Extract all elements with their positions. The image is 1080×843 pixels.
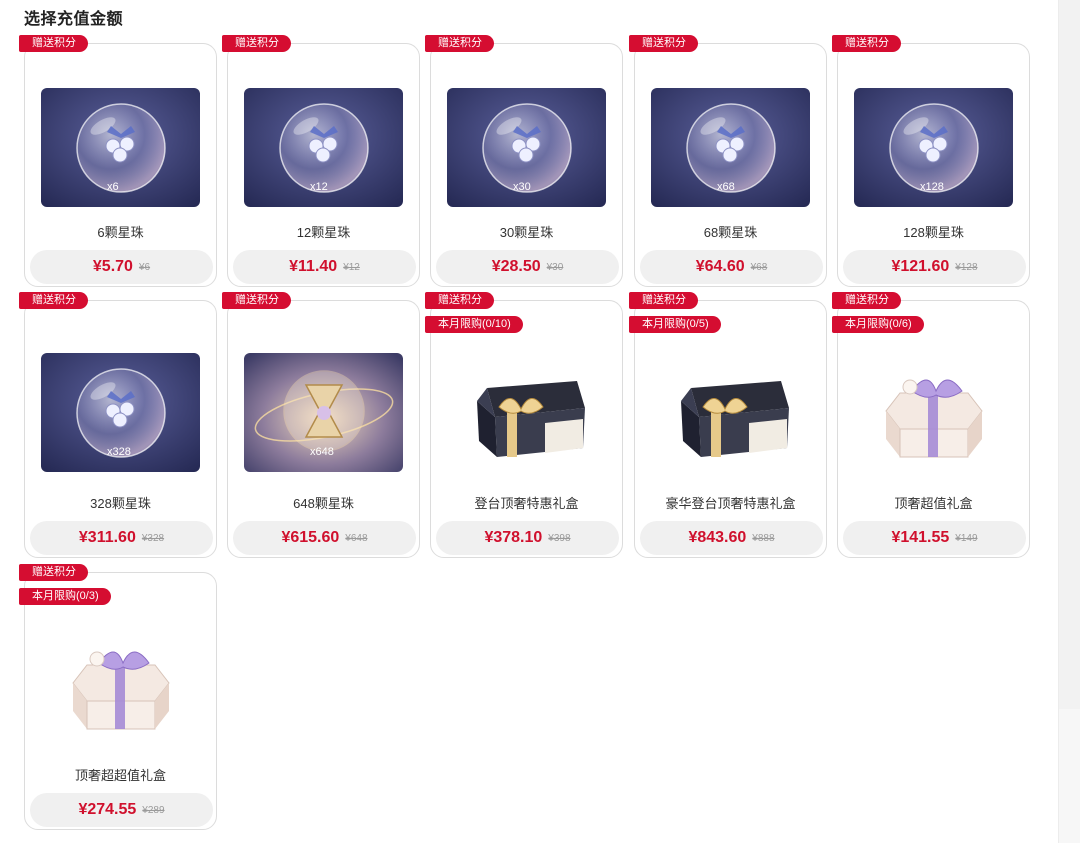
price-bar[interactable]: ¥64.60 ¥68 (640, 250, 823, 284)
product-card[interactable]: 赠送积分 x68 68颗星珠 ¥64.60 ¥68 (629, 35, 827, 287)
product-name: 顶奢超超值礼盒 (74, 768, 166, 783)
bonus-points-tag: 赠送积分 (19, 564, 88, 581)
price-bar[interactable]: ¥843.60 ¥888 (640, 521, 823, 555)
star-orb-image: x12 (244, 88, 403, 207)
original-price: ¥648 (345, 532, 368, 544)
quantity-label: x128 (920, 181, 944, 193)
product-name: 68颗星珠 (703, 225, 758, 240)
bonus-points-tag: 赠送积分 (222, 292, 291, 309)
quantity-label: x68 (717, 181, 735, 193)
product-card[interactable]: 赠送积分本月限购(0/5) 豪华登台顶奢特惠礼盒 ¥843.60 ¥888 (629, 292, 827, 558)
product-name: 12颗星珠 (296, 225, 351, 240)
bonus-points-tag: 赠送积分 (222, 35, 291, 52)
gift-box-image (651, 353, 810, 472)
scrollbar[interactable] (1058, 0, 1080, 843)
quantity-label: x30 (513, 181, 531, 193)
product-name: 30颗星珠 (499, 225, 554, 240)
sale-price: ¥378.10 (484, 529, 543, 546)
sale-price: ¥28.50 (491, 258, 541, 275)
bonus-points-tag: 赠送积分 (19, 292, 88, 309)
quantity-label: x328 (107, 446, 131, 458)
original-price: ¥6 (138, 261, 151, 273)
sale-price: ¥311.60 (78, 529, 136, 546)
bonus-points-tag: 赠送积分 (19, 35, 88, 52)
page-title: 选择充值金额 (24, 9, 124, 28)
original-price: ¥289 (142, 804, 165, 816)
product-card[interactable]: 赠送积分 x648 648颗星珠 ¥615.60 ¥648 (222, 292, 420, 558)
price-bar[interactable]: ¥378.10 ¥398 (436, 521, 619, 555)
star-orb-image: x30 (447, 88, 606, 207)
star-orb-image: x6 (41, 88, 200, 207)
product-card[interactable]: 赠送积分 x328 328颗星珠 ¥311.60 ¥328 (19, 292, 217, 558)
product-name: 豪华登台顶奢特惠礼盒 (665, 496, 796, 511)
original-price: ¥68 (750, 261, 768, 273)
monthly-limit-tag: 本月限购(0/10) (425, 316, 523, 333)
original-price: ¥328 (141, 532, 165, 544)
price-bar[interactable]: ¥141.55 ¥149 (843, 521, 1026, 555)
product-card[interactable]: 赠送积分本月限购(0/10) 登台顶奢特惠礼盒 ¥378.10 ¥398 (425, 292, 623, 558)
product-name: 328颗星珠 (90, 496, 151, 511)
bonus-points-tag: 赠送积分 (832, 35, 901, 52)
bonus-points-tag: 赠送积分 (629, 292, 698, 309)
star-orb-image: x328 (41, 353, 200, 472)
price-bar[interactable]: ¥121.60 ¥128 (843, 250, 1026, 284)
product-name: 6颗星珠 (97, 225, 144, 240)
gift-box-image (41, 625, 200, 744)
sale-price: ¥64.60 (695, 258, 745, 275)
price-bar[interactable]: ¥11.40 ¥12 (233, 250, 416, 284)
original-price: ¥888 (752, 532, 775, 544)
sale-price: ¥5.70 (92, 258, 133, 275)
product-card[interactable]: 赠送积分 x12 12颗星珠 ¥11.40 ¥12 (222, 35, 420, 287)
monthly-limit-tag: 本月限购(0/5) (629, 316, 721, 333)
monthly-limit-tag: 本月限购(0/3) (19, 588, 111, 605)
gift-box-image (854, 353, 1013, 472)
original-price: ¥12 (343, 261, 360, 273)
sale-price: ¥843.60 (688, 529, 747, 546)
original-price: ¥398 (548, 532, 571, 544)
quantity-label: x12 (310, 181, 328, 193)
price-bar[interactable]: ¥615.60 ¥648 (233, 521, 416, 555)
monthly-limit-tag: 本月限购(0/6) (832, 316, 924, 333)
product-card[interactable]: 赠送积分 x6 6颗星珠 ¥5.70 ¥6 (19, 35, 217, 287)
price-bar[interactable]: ¥28.50 ¥30 (436, 250, 619, 284)
sale-price: ¥121.60 (891, 258, 950, 275)
product-name: 648颗星珠 (293, 496, 354, 511)
sale-price: ¥274.55 (78, 801, 137, 818)
product-name: 顶奢超值礼盒 (894, 496, 973, 511)
star-orb-image: x68 (651, 88, 810, 207)
sale-price: ¥11.40 (289, 258, 338, 275)
quantity-label: x648 (310, 446, 334, 458)
product-card[interactable]: 赠送积分本月限购(0/6) 顶奢超值礼盒 ¥141.55 ¥149 (832, 292, 1030, 558)
bonus-points-tag: 赠送积分 (629, 35, 698, 52)
star-orb-image: x648 (244, 353, 403, 472)
star-orb-image: x128 (854, 88, 1013, 207)
gift-box-image (447, 353, 606, 472)
product-card[interactable]: 赠送积分 x128 128颗星珠 ¥121.60 ¥128 (832, 35, 1030, 287)
product-card[interactable]: 赠送积分本月限购(0/3) 顶奢超超值礼盒 ¥274.55 ¥289 (19, 564, 217, 830)
bonus-points-tag: 赠送积分 (832, 292, 901, 309)
price-bar[interactable]: ¥311.60 ¥328 (30, 521, 213, 555)
price-bar[interactable]: ¥5.70 ¥6 (30, 250, 213, 284)
original-price: ¥149 (955, 532, 978, 544)
original-price: ¥30 (546, 261, 564, 273)
product-name: 128颗星珠 (903, 225, 964, 240)
bonus-points-tag: 赠送积分 (425, 292, 494, 309)
bonus-points-tag: 赠送积分 (425, 35, 494, 52)
sale-price: ¥615.60 (281, 529, 340, 546)
price-bar[interactable]: ¥274.55 ¥289 (30, 793, 213, 827)
quantity-label: x6 (107, 181, 119, 193)
original-price: ¥128 (955, 261, 978, 273)
product-name: 登台顶奢特惠礼盒 (474, 496, 579, 511)
sale-price: ¥141.55 (891, 529, 950, 546)
product-card[interactable]: 赠送积分 x30 30颗星珠 ¥28.50 ¥30 (425, 35, 623, 287)
